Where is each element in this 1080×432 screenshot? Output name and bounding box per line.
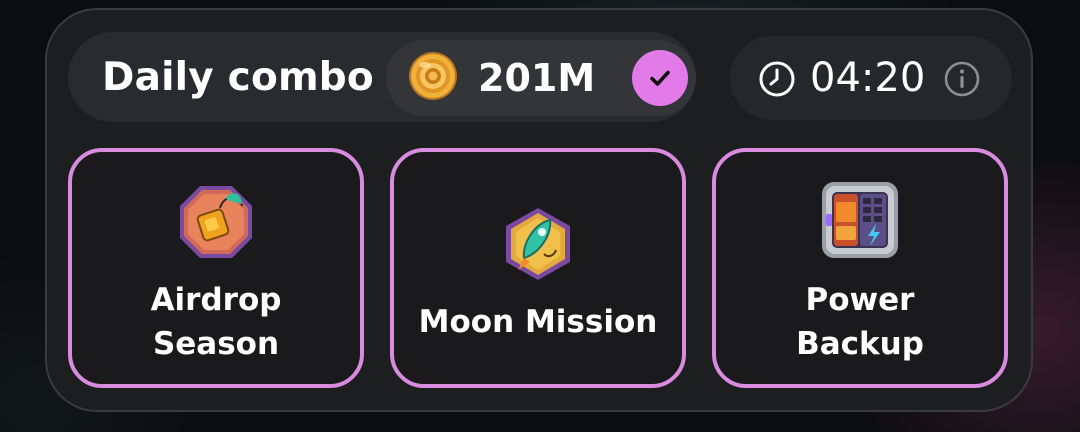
combo-card-moon-mission[interactable]: Moon Mission — [390, 148, 686, 388]
rocket-icon — [506, 208, 570, 280]
info-icon[interactable] — [943, 60, 981, 98]
combo-card-label: Airdrop Season — [150, 282, 282, 362]
combo-card-airdrop-season[interactable]: Airdrop Season — [68, 148, 364, 388]
combo-card-label: Power Backup — [796, 282, 924, 362]
completed-badge — [632, 50, 688, 106]
daily-combo-title: Daily combo — [102, 55, 374, 100]
combo-card-power-backup[interactable]: Power Backup — [712, 148, 1008, 388]
coin-icon — [409, 52, 457, 100]
checkmark-icon — [650, 70, 670, 86]
airdrop-crate-icon — [180, 186, 252, 258]
clock-icon — [759, 61, 795, 97]
combo-card-label: Moon Mission — [418, 304, 658, 340]
timer-value: 04:20 — [810, 55, 926, 101]
battery-backup-icon — [822, 182, 898, 258]
reward-amount: 201M — [478, 56, 596, 100]
